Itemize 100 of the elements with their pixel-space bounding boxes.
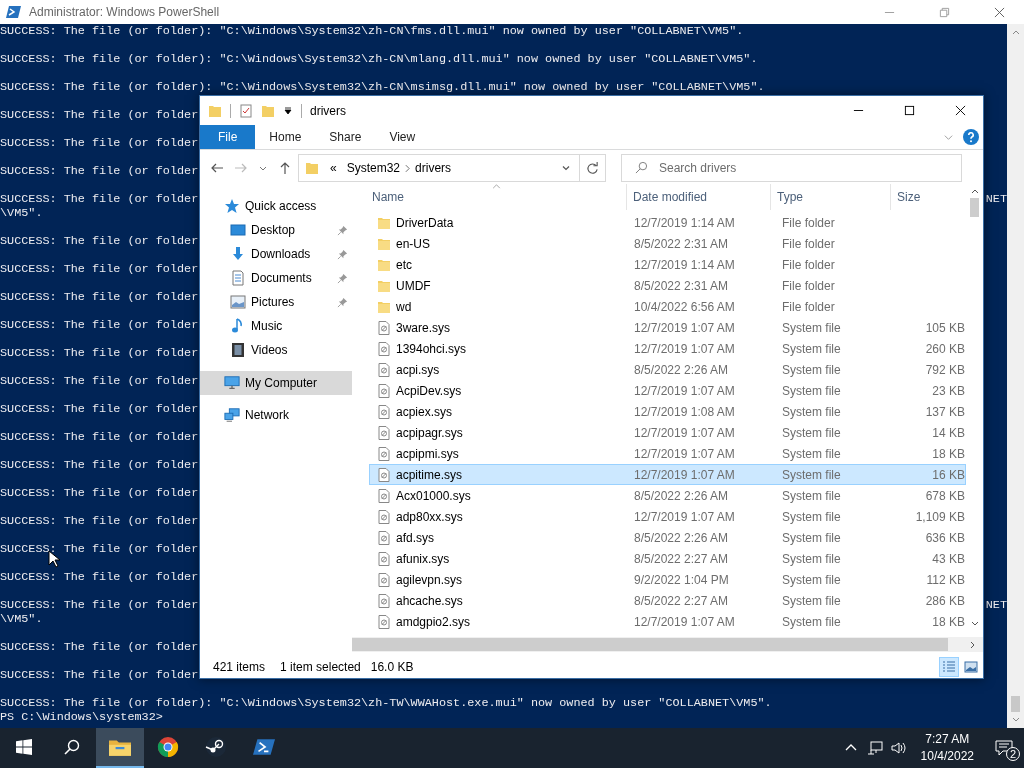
file-size: 23 KB bbox=[932, 383, 965, 398]
clock[interactable]: 7:27 AM 10/4/2022 bbox=[908, 728, 984, 768]
file-type: System file bbox=[781, 529, 842, 547]
file-date: 12/7/2019 1:07 AM bbox=[633, 445, 736, 463]
file-row[interactable]: afunix.sys 8/5/2022 2:27 AM System file 43 KB bbox=[369, 548, 966, 569]
file-size: 112 KB bbox=[926, 572, 965, 587]
breadcrumb-item[interactable]: « bbox=[330, 161, 337, 175]
ribbon-tab[interactable]: View bbox=[375, 125, 430, 149]
file-name: en-US bbox=[396, 236, 430, 251]
file-date: 12/7/2019 1:08 AM bbox=[633, 403, 736, 421]
nav-item[interactable]: Quick access bbox=[200, 194, 352, 218]
ribbon-tab[interactable]: File bbox=[200, 125, 256, 149]
back-icon[interactable] bbox=[210, 161, 224, 175]
pin-icon[interactable] bbox=[337, 248, 348, 260]
selection-size: 16.0 KB bbox=[370, 659, 414, 674]
nav-item[interactable]: Downloads bbox=[200, 242, 352, 266]
file-row[interactable]: acpipmi.sys 12/7/2019 1:07 AM System file 18 KB bbox=[369, 443, 966, 464]
system-file-icon bbox=[377, 362, 391, 377]
network-icon[interactable] bbox=[866, 741, 883, 755]
file-row[interactable]: adp80xx.sys 12/7/2019 1:07 AM System file 1,109 KB bbox=[369, 506, 966, 527]
scrollbar-thumb[interactable] bbox=[1011, 696, 1020, 712]
file-type: System file bbox=[781, 382, 842, 400]
file-row[interactable]: agilevpn.sys 9/2/2022 1:04 PM System file 112 KB bbox=[369, 569, 966, 590]
file-size: 18 KB bbox=[932, 614, 965, 629]
help-icon[interactable] bbox=[963, 129, 979, 145]
console-line: NET bbox=[985, 192, 1007, 206]
pin-icon[interactable] bbox=[337, 272, 348, 284]
console-line: SUCCESS: The file (or folder bbox=[0, 290, 199, 304]
file-row[interactable]: wd 10/4/2022 6:56 AM File folder bbox=[369, 296, 966, 317]
file-row[interactable]: 3ware.sys 12/7/2019 1:07 AM System file 105 KB bbox=[369, 317, 966, 338]
folder-icon bbox=[377, 215, 391, 230]
console-line: SUCCESS: The file (or folder): "C:\Windows\System32\zh-CN\fms.dll.mui" now owned by user "COLLABNET\VM5". bbox=[0, 24, 744, 38]
breadcrumb-item[interactable]: drivers bbox=[415, 161, 452, 175]
address-bar[interactable]: « System32 drivers bbox=[298, 154, 606, 182]
file-row[interactable]: 1394ohci.sys 12/7/2019 1:07 AM System file 260 KB bbox=[369, 338, 966, 359]
nav-label: Music bbox=[251, 319, 284, 333]
scrollbar-thumb[interactable] bbox=[352, 638, 948, 651]
console-line: SUCCESS: The file (or folder bbox=[0, 108, 199, 122]
view-toggle[interactable] bbox=[939, 656, 959, 677]
dropdown-icon[interactable] bbox=[283, 105, 293, 116]
nav-item[interactable]: Videos bbox=[200, 338, 352, 362]
file-row[interactable]: AcpiDev.sys 12/7/2019 1:07 AM System file 23 KB bbox=[369, 380, 966, 401]
column-header[interactable]: Size bbox=[891, 184, 961, 210]
file-type: File folder bbox=[781, 256, 836, 274]
file-type: System file bbox=[781, 403, 842, 421]
nav-item[interactable]: My Computer bbox=[200, 371, 352, 395]
up-icon[interactable] bbox=[278, 161, 292, 175]
scrollbar[interactable] bbox=[1007, 24, 1024, 728]
file-row[interactable]: Acx01000.sys 8/5/2022 2:26 AM System file 678 KB bbox=[369, 485, 966, 506]
column-header[interactable]: Date modified bbox=[627, 184, 771, 210]
file-size: 792 KB bbox=[925, 362, 965, 377]
file-row[interactable]: acpi.sys 8/5/2022 2:26 AM System file 792 KB bbox=[369, 359, 966, 380]
file-name: acpipagr.sys bbox=[396, 425, 463, 440]
column-header[interactable]: Name bbox=[366, 184, 627, 210]
column-header[interactable]: Type bbox=[771, 184, 891, 210]
file-row[interactable]: etc 12/7/2019 1:14 AM File folder bbox=[369, 254, 966, 275]
file-date: 8/5/2022 2:26 AM bbox=[633, 487, 730, 505]
file-row[interactable]: acpipagr.sys 12/7/2019 1:07 AM System file 14 KB bbox=[369, 422, 966, 443]
file-row[interactable]: DriverData 12/7/2019 1:14 AM File folder bbox=[369, 212, 966, 233]
file-size: 16 KB bbox=[932, 467, 965, 482]
volume-icon[interactable] bbox=[890, 741, 907, 755]
file-row[interactable]: en-US 8/5/2022 2:31 AM File folder bbox=[369, 233, 966, 254]
file-date: 12/7/2019 1:14 AM bbox=[633, 256, 736, 274]
terminal-icon bbox=[253, 737, 275, 757]
nav-item[interactable]: Documents bbox=[200, 266, 352, 290]
close-icon[interactable] bbox=[955, 105, 966, 116]
nav-item[interactable]: Music bbox=[200, 314, 352, 338]
file-row[interactable]: acpiex.sys 12/7/2019 1:08 AM System file 137 KB bbox=[369, 401, 966, 422]
properties-icon[interactable] bbox=[239, 103, 253, 118]
ribbon-tab[interactable]: Home bbox=[255, 125, 316, 149]
file-type: File folder bbox=[781, 235, 836, 253]
file-name: UMDF bbox=[396, 278, 431, 293]
system-file-icon bbox=[377, 404, 391, 419]
taskbar-button[interactable] bbox=[96, 728, 144, 768]
search-field[interactable]: Search drivers bbox=[621, 154, 962, 182]
scrollbar[interactable] bbox=[352, 637, 983, 652]
breadcrumb-item[interactable]: System32 bbox=[346, 161, 401, 175]
console-line: \VM5". bbox=[0, 206, 43, 220]
nav-item[interactable]: Pictures bbox=[200, 290, 352, 314]
maximize-icon[interactable] bbox=[904, 105, 915, 116]
file-date: 8/5/2022 2:26 AM bbox=[633, 361, 730, 379]
ribbon-tab[interactable]: Share bbox=[315, 125, 376, 149]
file-date: 12/7/2019 1:07 AM bbox=[633, 508, 736, 526]
pin-icon[interactable] bbox=[337, 296, 348, 308]
folder-icon bbox=[377, 299, 391, 314]
file-row[interactable]: acpitime.sys 12/7/2019 1:07 AM System file 16 KB bbox=[369, 464, 966, 485]
refresh-icon[interactable] bbox=[586, 161, 599, 175]
folder-icon bbox=[377, 257, 391, 272]
pin-icon[interactable] bbox=[337, 224, 348, 236]
file-type: System file bbox=[781, 592, 842, 610]
nav-item[interactable]: Network bbox=[200, 403, 352, 427]
file-row[interactable]: ahcache.sys 8/5/2022 2:27 AM System file 286 KB bbox=[369, 590, 966, 611]
scrollbar-thumb[interactable] bbox=[970, 198, 979, 217]
notification-count: 2 bbox=[1006, 747, 1021, 761]
sort-ascending-icon bbox=[492, 184, 501, 189]
nav-item[interactable]: Desktop bbox=[200, 218, 352, 242]
system-file-icon bbox=[377, 320, 391, 335]
file-row[interactable]: amdgpio2.sys 12/7/2019 1:07 AM System file 18 KB bbox=[369, 611, 966, 632]
file-row[interactable]: afd.sys 8/5/2022 2:26 AM System file 636 KB bbox=[369, 527, 966, 548]
file-row[interactable]: UMDF 8/5/2022 2:31 AM File folder bbox=[369, 275, 966, 296]
